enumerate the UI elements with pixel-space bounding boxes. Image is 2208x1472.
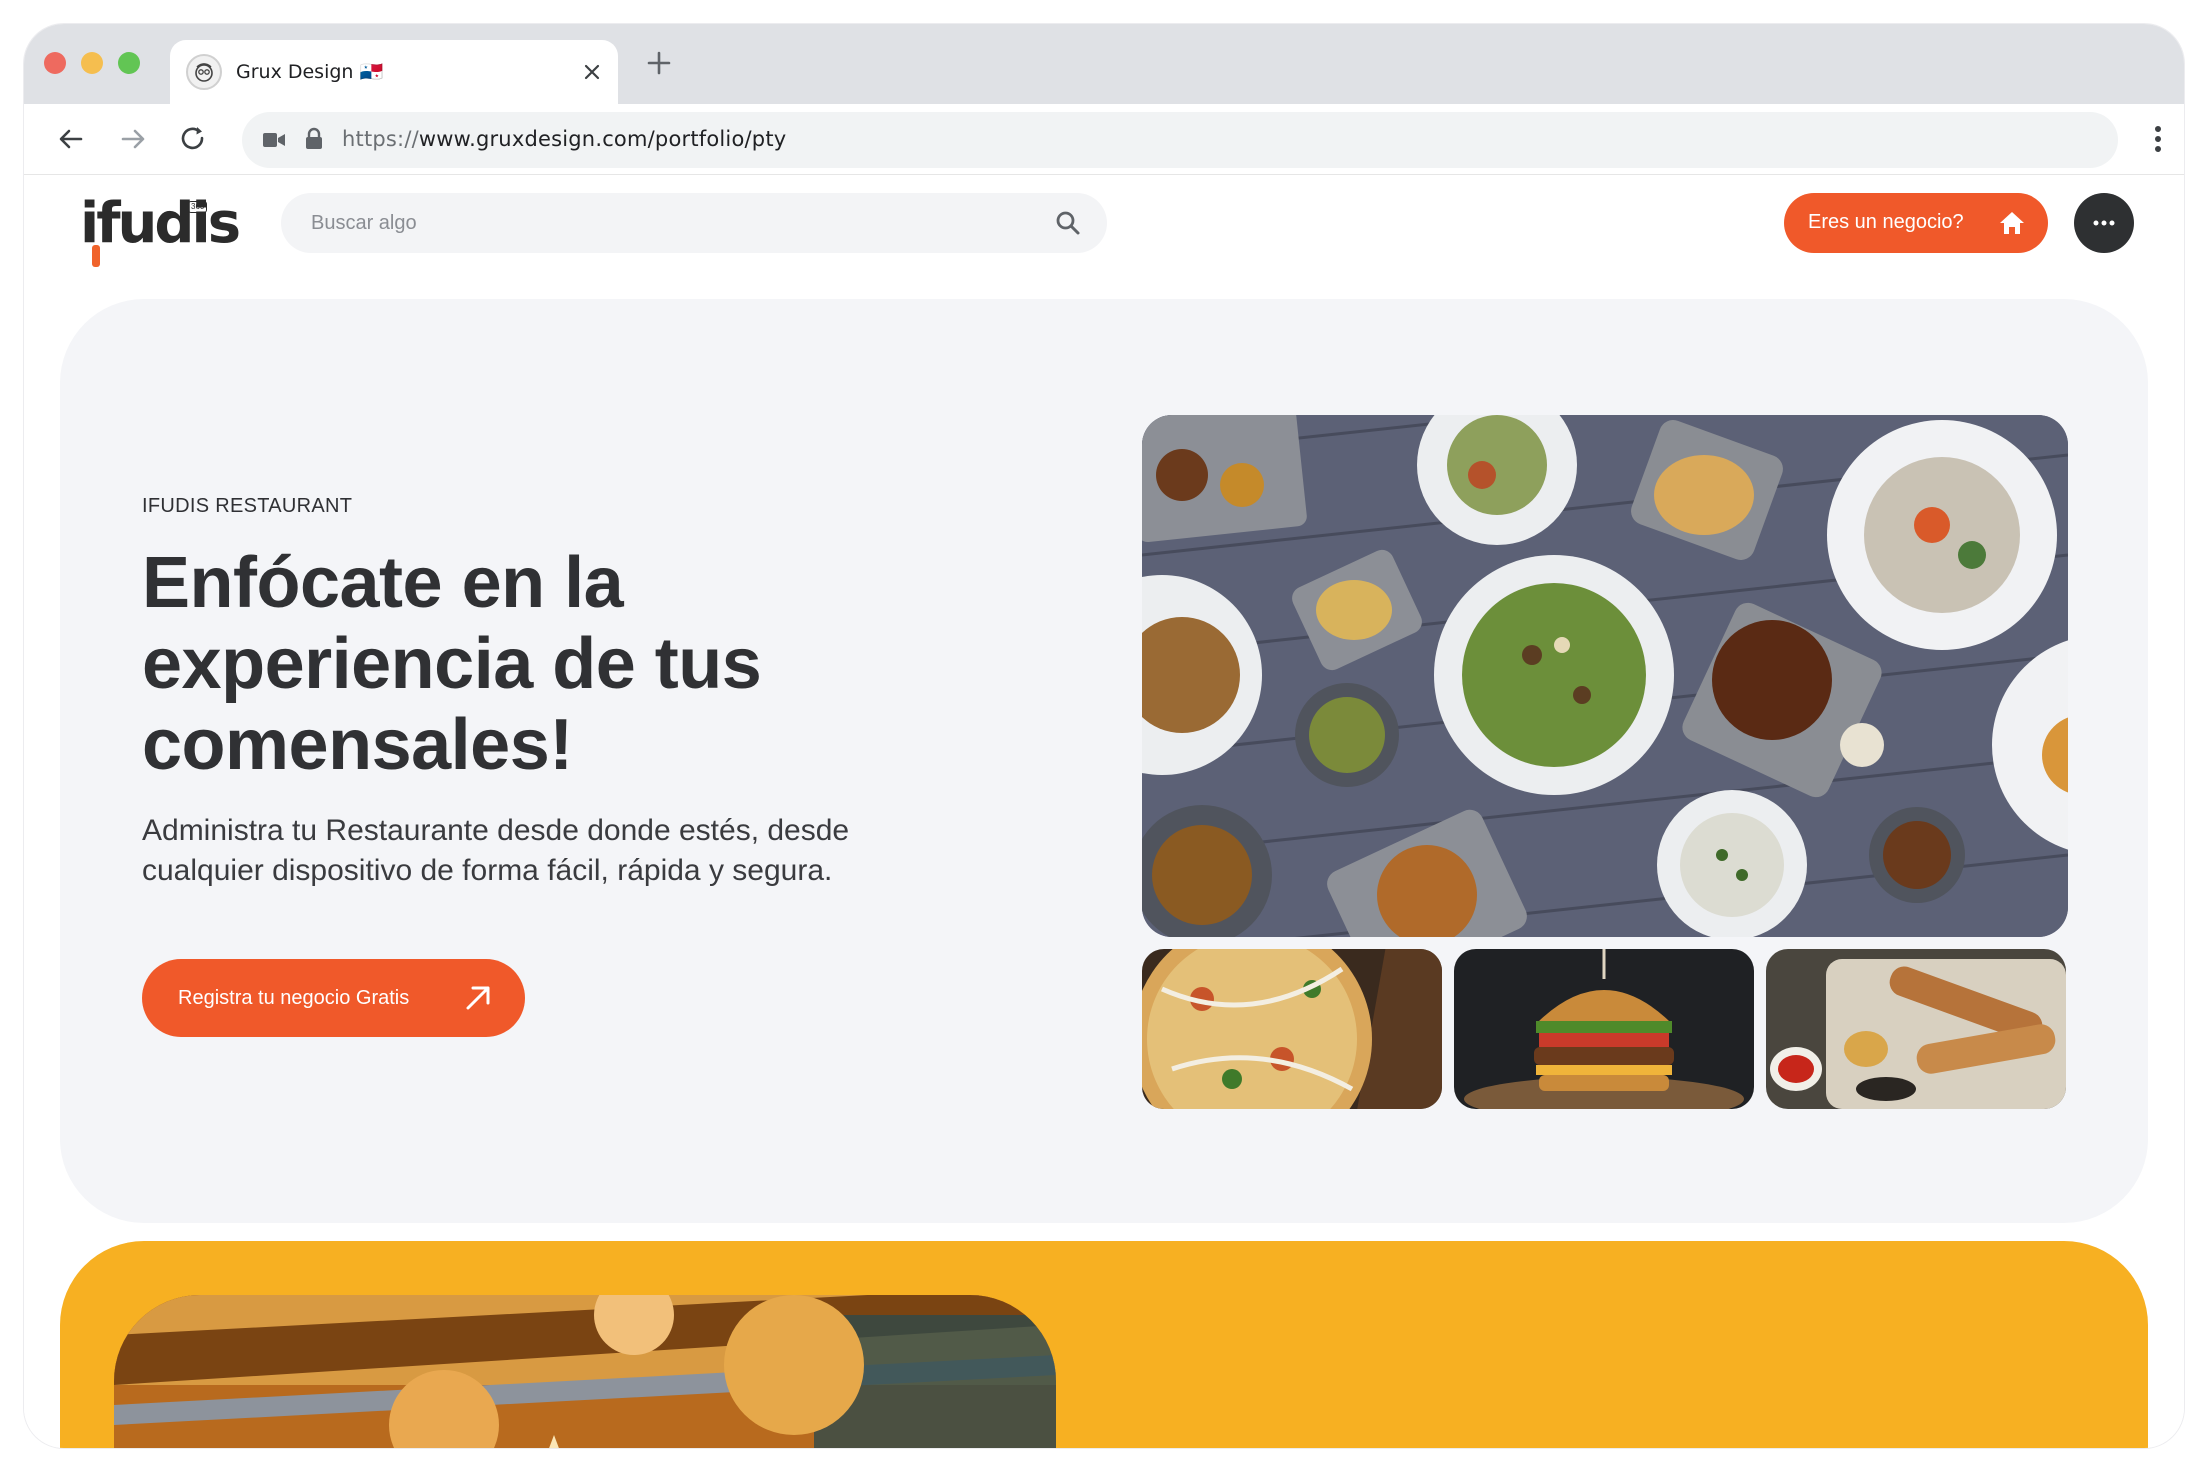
plus-icon[interactable] [644, 48, 674, 78]
home-icon [1998, 210, 2026, 241]
tab-title: Grux Design 🇵🇦 [236, 61, 384, 83]
hero-subline: Administra tu Restaurante desde donde es… [142, 814, 850, 887]
hero-section: IFUDIS RESTAURANT Enfócate en la experie… [60, 299, 2148, 1223]
minimize-window-button[interactable] [81, 52, 103, 74]
food-table-photo [1142, 415, 2068, 937]
browser-window: Grux Design 🇵🇦 https://www.gruxdesign.co… [24, 24, 2184, 1448]
close-tab-icon[interactable] [582, 62, 602, 82]
more-options-button[interactable] [2074, 193, 2134, 253]
lock-icon[interactable] [304, 126, 324, 157]
address-bar[interactable]: https://www.gruxdesign.com/portfolio/pty [242, 112, 2118, 168]
back-arrow-icon[interactable] [56, 124, 86, 154]
ifudis-logo[interactable]: ifudis 360 [80, 189, 241, 267]
business-button[interactable]: Eres un negocio? [1784, 193, 2048, 253]
hero-headline: Enfócate en la experiencia de tus comens… [142, 543, 762, 785]
maximize-window-button[interactable] [118, 52, 140, 74]
search-input[interactable] [311, 193, 1011, 253]
url-text[interactable]: https://www.gruxdesign.com/portfolio/pty [342, 127, 786, 151]
burger-photo [1454, 949, 1754, 1109]
browser-tab[interactable]: Grux Design 🇵🇦 [170, 40, 618, 104]
search-bar[interactable] [281, 193, 1107, 253]
promo-section [60, 1241, 2148, 1448]
restaurant-interior-photo [114, 1295, 1056, 1448]
hero-eyebrow: IFUDIS RESTAURANT [142, 495, 353, 517]
website-viewport: ifudis 360 Eres un negocio? IFUDIS RESTA… [24, 175, 2184, 1448]
register-business-button[interactable]: Registra tu negocio Gratis [142, 959, 525, 1037]
pizza-photo [1142, 949, 1442, 1109]
arrow-up-right-icon [463, 983, 493, 1018]
browser-toolbar: https://www.gruxdesign.com/portfolio/pty [24, 104, 2184, 175]
search-icon[interactable] [1055, 210, 1081, 241]
reload-icon[interactable] [178, 124, 208, 154]
grilled-meat-photo [1766, 949, 2066, 1109]
favicon-icon [186, 54, 222, 90]
camera-icon[interactable] [262, 129, 286, 156]
forward-arrow-icon[interactable] [118, 124, 148, 154]
tab-strip: Grux Design 🇵🇦 [24, 24, 2184, 104]
browser-menu-icon[interactable] [2154, 124, 2162, 154]
close-window-button[interactable] [44, 52, 66, 74]
